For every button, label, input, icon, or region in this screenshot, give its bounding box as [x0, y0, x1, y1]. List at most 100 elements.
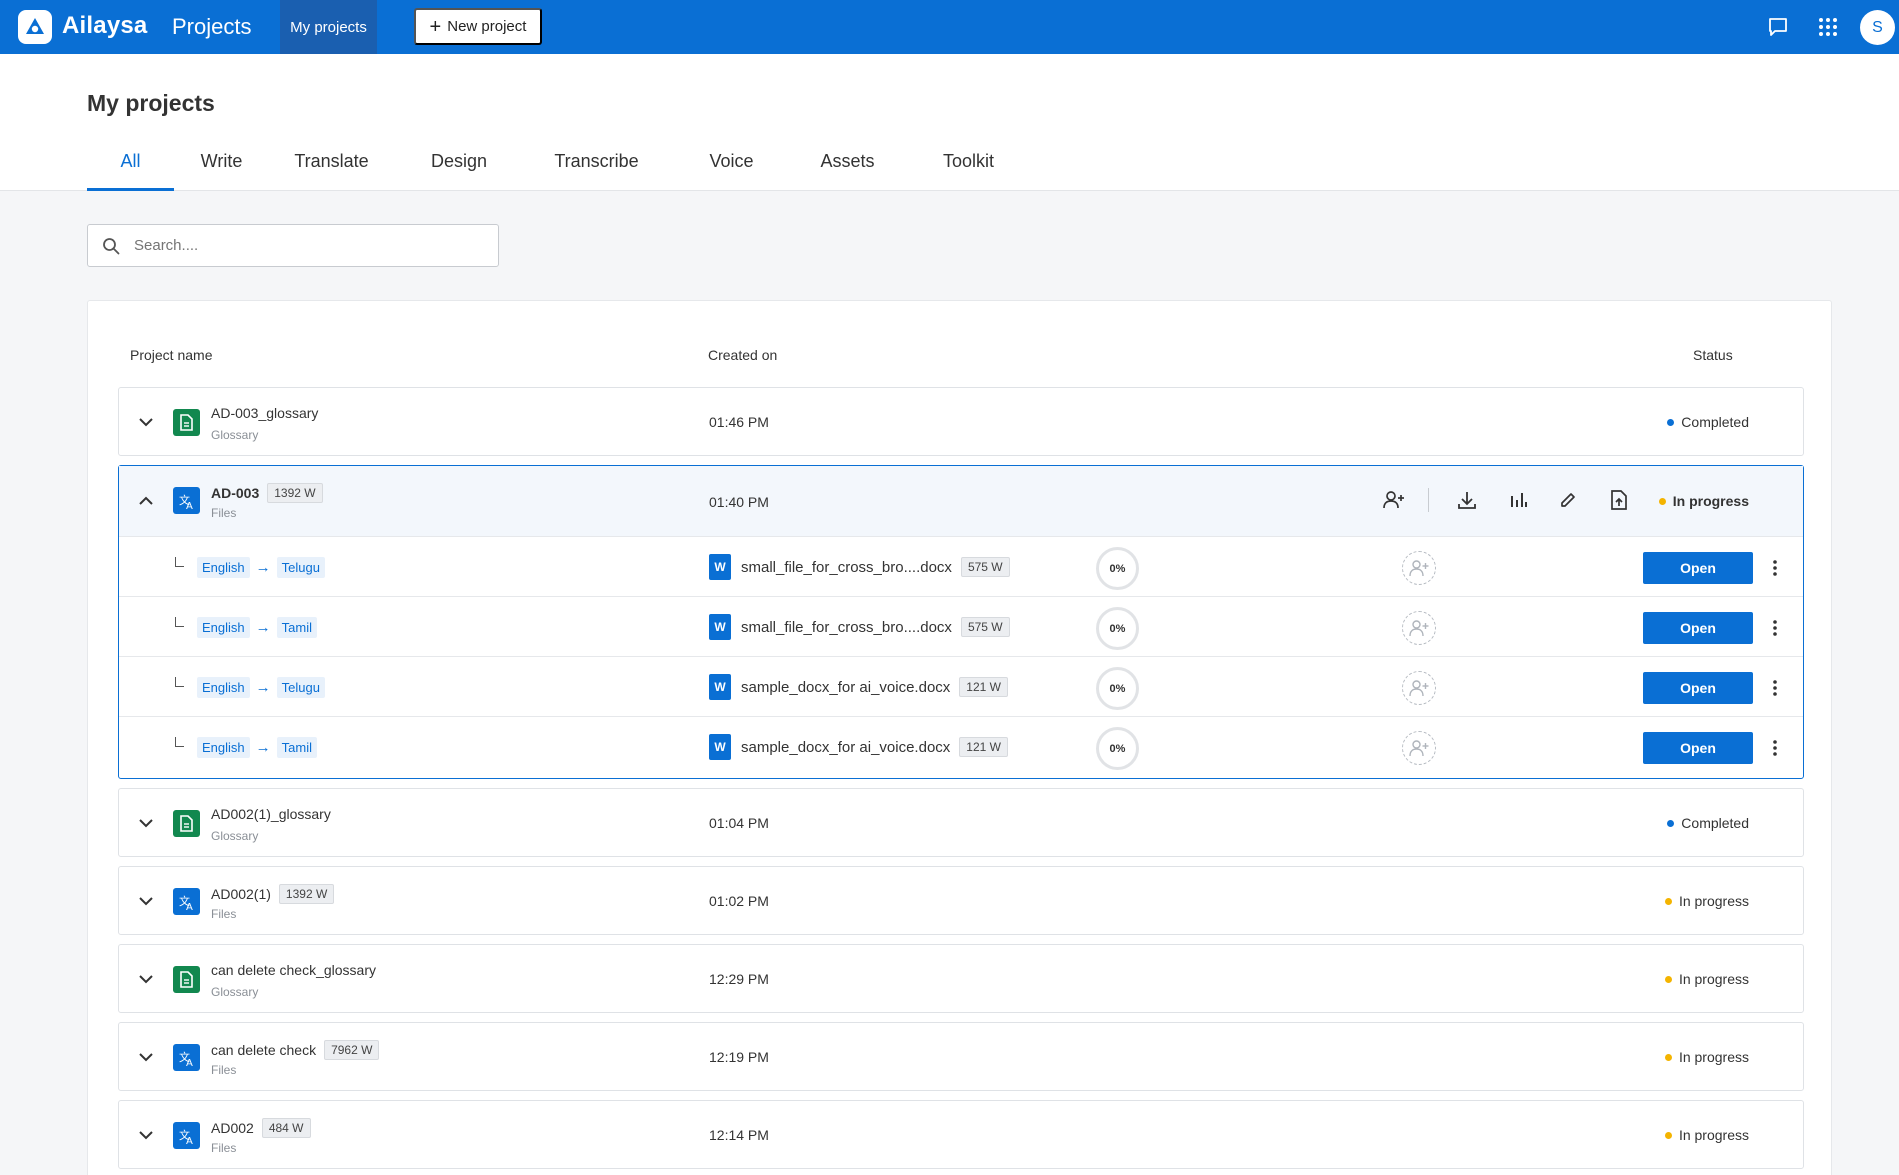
more-vertical-icon[interactable] — [1767, 556, 1783, 580]
search-icon — [102, 236, 122, 256]
project-row[interactable]: AD-003_glossary Glossary 01:46 PM Comple… — [118, 387, 1804, 456]
page-title: My projects — [87, 90, 215, 116]
header-status: Status — [1693, 347, 1733, 363]
brand-name[interactable]: Ailaysa — [62, 12, 147, 40]
chevron-down-icon[interactable] — [136, 813, 156, 833]
project-name-text: can delete check — [211, 1042, 317, 1058]
assign-user-icon[interactable] — [1382, 488, 1406, 512]
user-avatar[interactable]: S — [1860, 10, 1895, 45]
tab-design[interactable]: Design — [394, 150, 524, 191]
glossary-icon — [173, 966, 200, 993]
language-pair: English → Tamil — [197, 617, 317, 638]
open-button[interactable]: Open — [1643, 672, 1753, 704]
source-language: English — [197, 737, 250, 758]
project-row[interactable]: 文A can delete check 7962 W Files 12:19 PM… — [118, 1022, 1804, 1091]
task-row: English → Tamil W small_file_for_cross_bro… — [119, 596, 1803, 656]
project-type: Files — [211, 506, 237, 520]
ailaysa-logo-icon[interactable] — [18, 10, 52, 44]
chevron-down-icon[interactable] — [136, 969, 156, 989]
project-type: Glossary — [211, 829, 259, 843]
chevron-down-icon[interactable] — [136, 1047, 156, 1067]
created-on: 01:02 PM — [709, 893, 769, 909]
project-name[interactable]: AD-003_glossary — [211, 405, 318, 421]
project-name-text: AD002 — [211, 1120, 254, 1136]
word-file-icon: W — [709, 614, 731, 640]
project-name[interactable]: can delete check 7962 W — [211, 1040, 380, 1060]
file-name-text: sample_docx_for ai_voice.docx — [741, 678, 951, 696]
tab-assets[interactable]: Assets — [794, 150, 901, 191]
project-row[interactable]: 文A AD002(1) 1392 W Files 01:02 PM In prog… — [118, 866, 1804, 935]
assign-user-icon[interactable] — [1402, 611, 1436, 645]
tab-translate[interactable]: Translate — [269, 150, 394, 191]
project-row-header: 文A AD002 484 W Files 12:14 PM In progress — [119, 1101, 1803, 1170]
project-row-header: AD-003_glossary Glossary 01:46 PM Comple… — [119, 388, 1803, 457]
project-name[interactable]: AD002 484 W — [211, 1118, 311, 1138]
chat-icon[interactable] — [1765, 14, 1791, 40]
tree-connector — [175, 557, 184, 567]
edit-icon[interactable] — [1556, 488, 1580, 512]
tab-toolkit[interactable]: Toolkit — [901, 150, 1036, 191]
status-badge: In progress — [1664, 893, 1749, 909]
project-row-expanded[interactable]: 文A AD-003 1392 W Files 01:40 PM In progre… — [118, 465, 1804, 779]
tab-transcribe[interactable]: Transcribe — [524, 150, 669, 191]
target-language: Tamil — [276, 737, 317, 758]
tab-voice[interactable]: Voice — [669, 150, 794, 191]
task-row: English → Telugu W small_file_for_cross_br… — [119, 536, 1803, 596]
language-pair: English → Telugu — [197, 677, 325, 698]
file-name-text: sample_docx_for ai_voice.docx — [741, 738, 951, 756]
project-name[interactable]: AD002(1) 1392 W — [211, 884, 335, 904]
project-name[interactable]: AD-003 1392 W — [211, 483, 323, 503]
project-name[interactable]: AD002(1)_glossary — [211, 806, 331, 822]
chevron-down-icon[interactable] — [136, 412, 156, 432]
more-vertical-icon[interactable] — [1767, 676, 1783, 700]
tree-connector — [175, 617, 184, 627]
open-button[interactable]: Open — [1643, 612, 1753, 644]
status-badge: Completed — [1667, 815, 1749, 831]
assign-user-icon[interactable] — [1402, 731, 1436, 765]
tab-all[interactable]: All — [87, 150, 174, 191]
plus-icon: + — [429, 15, 442, 38]
project-row[interactable]: 文A AD002 484 W Files 12:14 PM In progress — [118, 1100, 1804, 1169]
chevron-down-icon[interactable] — [136, 1125, 156, 1145]
file-upload-icon[interactable] — [1607, 488, 1631, 512]
assign-user-icon[interactable] — [1402, 551, 1436, 585]
created-on: 12:19 PM — [709, 1049, 769, 1065]
status-dot — [1667, 819, 1675, 827]
progress-circle: 0% — [1096, 727, 1139, 770]
svg-text:A: A — [186, 1136, 193, 1145]
status-text: In progress — [1678, 1127, 1749, 1143]
project-name-text: AD-003_glossary — [211, 405, 319, 421]
tab-write[interactable]: Write — [174, 150, 269, 191]
arrow-right-icon: → — [255, 559, 271, 576]
created-on: 01:04 PM — [709, 815, 769, 831]
top-bar: Ailaysa Projects My projects + New proje… — [0, 0, 1899, 54]
assign-user-icon[interactable] — [1402, 671, 1436, 705]
chevron-down-icon[interactable] — [136, 891, 156, 911]
word-file-icon: W — [709, 554, 731, 580]
target-language: Telugu — [276, 557, 325, 578]
project-row[interactable]: can delete check_glossary Glossary 12:29… — [118, 944, 1804, 1013]
svg-text:A: A — [186, 501, 193, 510]
apps-grid-icon[interactable] — [1815, 14, 1841, 40]
arrow-right-icon: → — [255, 679, 271, 696]
word-count-badge: 7962 W — [324, 1040, 380, 1060]
header-created-on: Created on — [708, 347, 778, 363]
project-row[interactable]: AD002(1)_glossary Glossary 01:04 PM Comp… — [118, 788, 1804, 857]
open-button[interactable]: Open — [1643, 732, 1753, 764]
new-project-button[interactable]: + New project — [414, 8, 542, 45]
project-name[interactable]: can delete check_glossary — [211, 962, 376, 978]
word-count-badge: 575 W — [960, 557, 1010, 577]
word-file-icon: W — [709, 674, 731, 700]
more-vertical-icon[interactable] — [1767, 616, 1783, 640]
more-vertical-icon[interactable] — [1767, 736, 1783, 760]
chevron-up-icon[interactable] — [136, 490, 156, 510]
open-button[interactable]: Open — [1643, 552, 1753, 584]
analytics-icon[interactable] — [1506, 488, 1530, 512]
search-input[interactable] — [134, 237, 494, 254]
project-type: Glossary — [211, 985, 259, 999]
file-name-text: small_file_for_cross_bro....docx — [741, 558, 952, 576]
nav-my-projects[interactable]: My projects — [280, 0, 377, 54]
status-dot — [1664, 1053, 1672, 1061]
source-language: English — [197, 677, 250, 698]
download-icon[interactable] — [1455, 488, 1479, 512]
